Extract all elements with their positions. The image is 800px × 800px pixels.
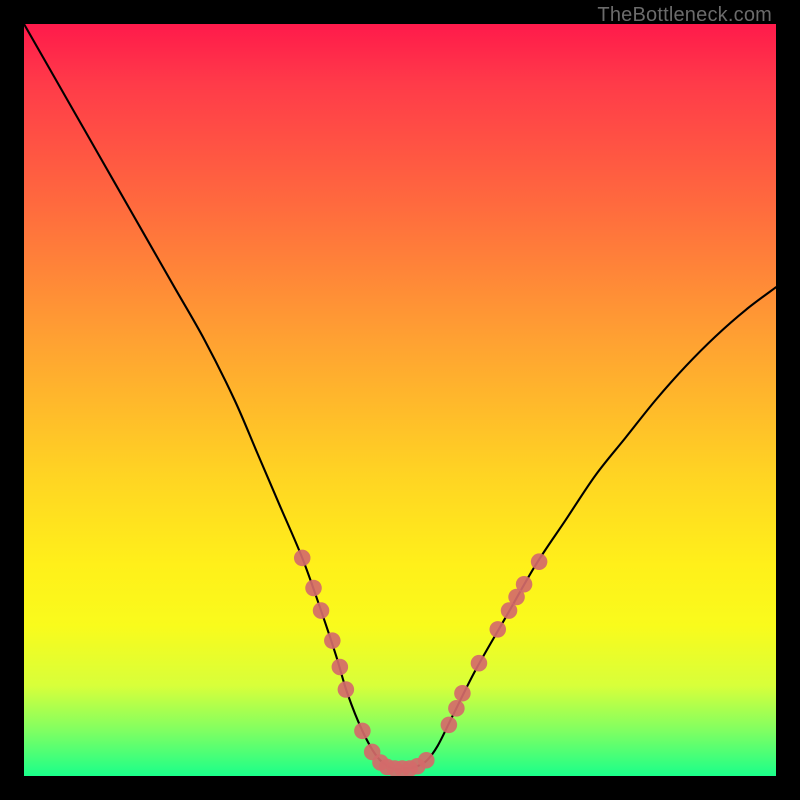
marker-point <box>471 655 488 672</box>
marker-point <box>354 723 371 740</box>
bottleneck-curve <box>24 24 776 769</box>
watermark-text: TheBottleneck.com <box>597 4 772 27</box>
marker-point <box>332 659 349 676</box>
marker-point <box>324 632 341 649</box>
marker-point <box>454 685 471 702</box>
marker-point <box>448 700 465 717</box>
marker-point <box>489 621 506 638</box>
marker-point <box>418 752 435 769</box>
marker-point <box>516 576 533 593</box>
marker-point <box>338 681 355 698</box>
marker-point <box>305 580 322 597</box>
marker-point <box>441 717 458 734</box>
marker-point <box>531 553 548 570</box>
marker-point <box>313 602 330 619</box>
chart-svg <box>24 24 776 776</box>
marker-point <box>294 550 311 567</box>
chart-frame: TheBottleneck.com <box>0 0 800 800</box>
marker-group <box>294 550 547 776</box>
plot-area <box>24 24 776 776</box>
